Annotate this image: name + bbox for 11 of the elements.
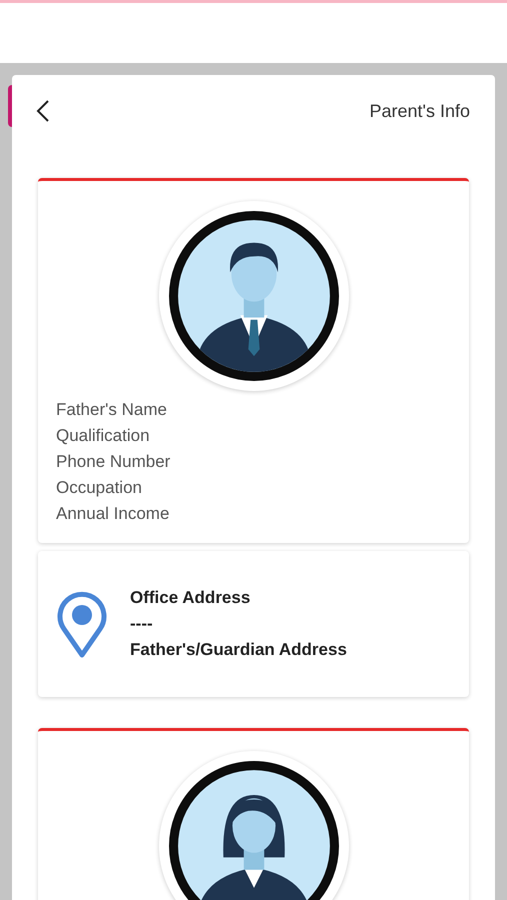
location-pin-icon <box>56 589 108 659</box>
address-subtitle: Father's/Guardian Address <box>130 639 347 661</box>
back-icon[interactable] <box>36 99 50 123</box>
address-value: ---- <box>130 613 154 635</box>
field-label: Father's Name <box>56 399 168 421</box>
field-label: Phone Number <box>56 451 172 473</box>
page-title: Parent's Info <box>370 100 470 122</box>
field-label: Annual Income <box>56 503 170 525</box>
address-title: Office Address <box>130 587 252 609</box>
field-label: Qualification <box>56 425 151 447</box>
field-label: Occupation <box>56 477 143 499</box>
